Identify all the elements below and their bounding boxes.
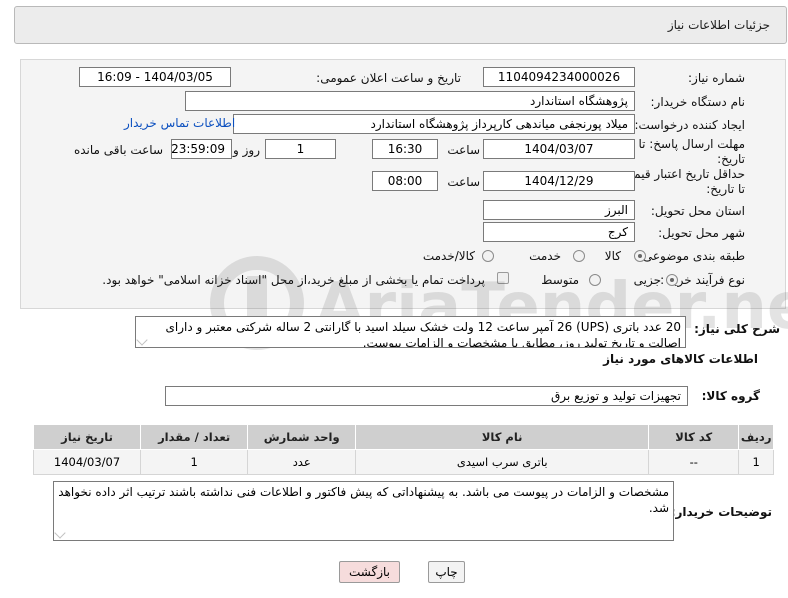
requester-label: ایجاد کننده درخواست: (634, 118, 745, 132)
remaining-time-field: 23:59:09 (171, 139, 232, 159)
price-validity-label-line1: حداقل تاریخ اعتبار قیمت: (618, 167, 745, 181)
price-validity-time-field: 08:00 (372, 171, 438, 191)
buyer-notes-textarea[interactable]: مشخصات و الزامات در پیوست می باشد. به پی… (53, 481, 674, 541)
goods-group-field: تجهیزات تولید و توزیع برق (165, 386, 688, 406)
category-goods-service-label: کالا/خدمت (422, 249, 475, 263)
col-need-date: تاریخ نیاز (32, 424, 142, 450)
back-button[interactable]: بازگشت (339, 561, 400, 583)
remaining-time-label: ساعت باقی مانده (73, 143, 163, 157)
treasury-payment-note: پرداخت تمام یا بخشی از مبلغ خرید،از محل … (102, 273, 485, 287)
print-button[interactable]: چاپ (428, 561, 465, 583)
col-unit: واحد شمارش (247, 424, 357, 450)
treasury-payment-checkbox[interactable] (497, 272, 509, 284)
requester-field: میلاد پورنجفی میاندهی کارپرداز پژوهشگاه … (233, 114, 635, 134)
cell-row-number: 1 (738, 449, 774, 475)
deadline-date-field: 1404/03/07 (483, 139, 635, 159)
price-validity-time-label: ساعت (447, 175, 480, 189)
page-header: جزئیات اطلاعات نیاز (14, 6, 787, 44)
price-validity-label-line2: تا تاریخ: (706, 182, 745, 196)
goods-section-title: اطلاعات کالاهای مورد نیاز (603, 352, 758, 366)
goods-group-label: گروه کالا: (701, 389, 760, 403)
delivery-province-field: البرز (483, 200, 635, 220)
need-number-label: شماره نیاز: (688, 71, 745, 85)
category-goods-label: کالا (604, 249, 621, 263)
delivery-province-label: استان محل تحویل: (650, 204, 745, 218)
col-row-number: ردیف (738, 424, 774, 450)
price-validity-date-field: 1404/12/29 (483, 171, 635, 191)
cell-goods-code: -- (648, 449, 740, 475)
cell-quantity: 1 (140, 449, 249, 475)
process-minor-radio[interactable] (666, 274, 678, 286)
category-goods-service-radio[interactable] (482, 250, 494, 262)
cell-need-date: 1404/03/07 (32, 449, 142, 475)
page-title: جزئیات اطلاعات نیاز (667, 18, 770, 32)
need-number-field: 1104094234000026 (483, 67, 635, 87)
buyer-org-label: نام دستگاه خریدار: (650, 95, 746, 109)
description-label: شرح کلی نیاز: (694, 322, 780, 336)
cell-unit: عدد (247, 449, 357, 475)
col-goods-name: نام کالا (355, 424, 650, 450)
category-goods-radio[interactable] (634, 250, 646, 262)
description-textarea[interactable]: 20 عدد باتری (UPS) 26 آمپر ساعت 12 ولت خ… (135, 316, 686, 348)
announce-datetime-label: تاریخ و ساعت اعلان عمومی: (316, 71, 461, 85)
buyer-contact-link[interactable]: اطلاعات تماس خریدار (124, 116, 235, 130)
table-row: 1 -- باتری سرب اسیدی عدد 1 1404/03/07 (32, 449, 774, 475)
buyer-org-field: پژوهشگاه استاندارد (185, 91, 635, 111)
col-quantity: تعداد / مقدار (140, 424, 249, 450)
deadline-label-line2: تاریخ: (717, 152, 745, 166)
process-medium-label: متوسط (541, 273, 579, 287)
deadline-label-line1: مهلت ارسال پاسخ: تا (638, 137, 745, 151)
category-service-radio[interactable] (573, 250, 585, 262)
deadline-time-field: 16:30 (372, 139, 438, 159)
goods-table: ردیف کد کالا نام کالا واحد شمارش تعداد /… (32, 424, 774, 475)
process-medium-radio[interactable] (589, 274, 601, 286)
days-label: روز و (233, 143, 260, 157)
category-service-label: خدمت (529, 249, 561, 263)
col-goods-code: کد کالا (648, 424, 740, 450)
subject-category-label: طبقه بندی موضوعی: (638, 249, 745, 263)
deadline-time-label: ساعت (447, 143, 480, 157)
delivery-city-field: کرج (483, 222, 635, 242)
buyer-notes-label: توضیحات خریدار: (670, 505, 772, 519)
remaining-days-field: 1 (265, 139, 336, 159)
announce-datetime-field: 1404/03/05 - 16:09 (79, 67, 231, 87)
cell-goods-name: باتری سرب اسیدی (355, 449, 650, 475)
process-minor-label: جزیی (633, 273, 661, 287)
delivery-city-label: شهر محل تحویل: (658, 226, 745, 240)
